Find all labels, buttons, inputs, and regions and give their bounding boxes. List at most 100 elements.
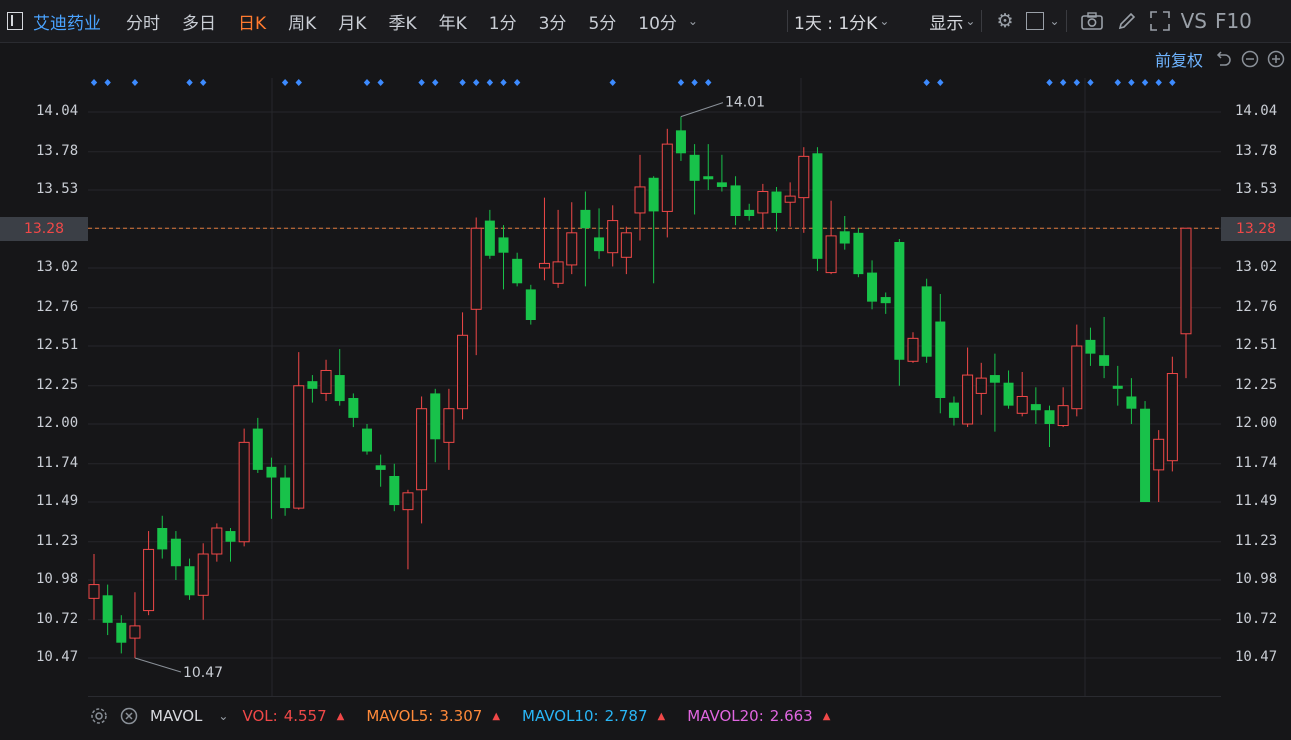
candle[interactable] [170,531,181,580]
event-marker[interactable] [1155,79,1162,86]
candle[interactable] [348,393,359,428]
candle[interactable] [184,558,195,600]
candle[interactable] [512,252,523,287]
candle[interactable] [1140,401,1151,502]
candle[interactable] [129,592,141,658]
indicator-close-icon[interactable] [120,707,138,725]
candle[interactable] [143,531,155,616]
candle[interactable] [894,238,905,386]
vs-button[interactable]: VS [1181,9,1207,33]
event-marker[interactable] [281,79,289,86]
event-marker[interactable] [500,79,507,86]
event-marker[interactable] [513,79,521,86]
candle[interactable] [648,176,659,284]
indicator-name[interactable]: MAVOL [150,707,202,725]
candle[interactable] [457,312,469,420]
zoom-in-icon[interactable] [1267,50,1285,68]
candle[interactable] [1030,387,1041,424]
candle[interactable] [498,225,509,290]
candle[interactable] [362,424,372,455]
candle[interactable] [784,182,796,227]
tab-period[interactable]: 周K [288,9,316,34]
candle[interactable] [812,147,823,272]
candle[interactable] [443,388,455,470]
event-marker[interactable] [90,79,98,86]
candle[interactable] [197,543,209,620]
event-marker[interactable] [1128,79,1135,86]
candle[interactable] [935,294,946,414]
candle[interactable] [320,359,332,402]
candle[interactable] [538,197,550,281]
draw-pencil-icon[interactable] [1117,11,1137,31]
event-marker[interactable] [473,79,480,86]
tab-period[interactable]: 日K [238,9,266,34]
tab-period[interactable]: 月K [338,9,366,34]
candle[interactable] [1166,356,1178,472]
candle[interactable] [252,417,263,473]
f10-button[interactable]: F10 [1215,9,1252,33]
event-marker[interactable] [295,79,302,86]
event-marker[interactable] [432,79,439,86]
stock-name[interactable]: 艾迪药业 [33,9,101,34]
candle[interactable] [470,217,482,356]
candle[interactable] [280,465,291,516]
more-periods-chevron-icon[interactable]: ⌄ [688,14,698,28]
candle[interactable] [989,353,1000,432]
indicator-settings-icon[interactable] [90,707,108,725]
candle[interactable] [307,375,318,403]
display-menu[interactable]: 显示 [929,9,963,34]
candle[interactable] [716,154,727,192]
candle[interactable] [430,388,441,463]
candle[interactable] [825,200,837,275]
candle[interactable] [675,116,686,161]
event-marker[interactable] [459,79,466,86]
event-marker[interactable] [1114,79,1121,86]
tab-period[interactable]: 年K [439,9,467,34]
event-marker[interactable] [677,79,685,86]
event-marker[interactable] [363,79,371,86]
event-marker[interactable] [486,79,494,86]
candle[interactable] [921,278,932,363]
candle[interactable] [389,463,400,512]
candle[interactable] [634,154,646,241]
candle[interactable] [907,332,919,363]
candle[interactable] [1044,405,1055,447]
interval-chevron-icon[interactable]: ⌄ [879,14,889,28]
candle[interactable] [1003,370,1014,409]
candle[interactable] [853,228,864,278]
candle[interactable] [211,523,223,562]
event-marker[interactable] [377,79,384,86]
event-marker[interactable] [131,79,139,86]
zoom-out-icon[interactable] [1241,50,1259,68]
event-marker[interactable] [186,79,193,86]
candle[interactable] [962,347,974,428]
candle[interactable] [620,226,632,275]
tab-period[interactable]: 1分 [489,9,517,34]
candle[interactable] [1057,387,1069,428]
event-marker[interactable] [691,79,698,86]
candle[interactable] [416,396,428,524]
candle[interactable] [293,352,305,510]
tab-period[interactable]: 5分 [588,9,616,34]
display-chevron-icon[interactable]: ⌄ [965,14,975,28]
candle[interactable] [880,292,891,314]
candle[interactable] [484,209,495,259]
candle[interactable] [1180,227,1192,379]
event-marker[interactable] [418,79,425,86]
candle[interactable] [552,209,564,288]
indicator-chevron-icon[interactable]: ⌄ [218,709,228,723]
candle[interactable] [88,554,100,620]
candle[interactable] [798,147,810,233]
candle[interactable] [607,205,619,267]
candle[interactable] [730,176,741,226]
candle[interactable] [689,144,700,215]
candle[interactable] [661,128,673,238]
candle[interactable] [580,191,591,287]
candle[interactable] [157,515,168,559]
candle[interactable] [1071,324,1083,417]
candle[interactable] [594,208,605,259]
tab-period[interactable]: 多日 [182,9,216,34]
event-marker[interactable] [705,79,712,86]
candle[interactable] [771,186,782,232]
layout-chevron-icon[interactable]: ⌄ [1050,14,1060,28]
